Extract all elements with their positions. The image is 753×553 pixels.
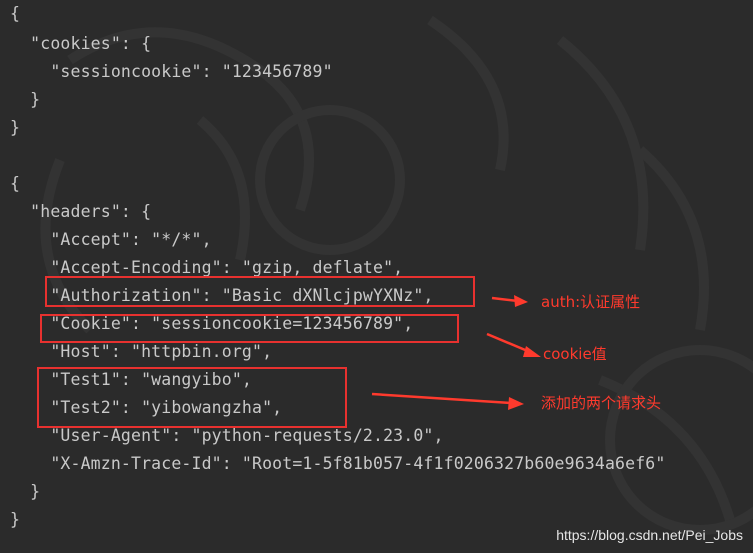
code-line-5: }	[10, 118, 21, 137]
code-line-7: {	[10, 174, 21, 193]
watermark: https://blog.csdn.net/Pei_Jobs	[556, 527, 743, 543]
code-line-4: }	[10, 90, 41, 109]
code-line-2: "cookies": {	[10, 34, 152, 53]
test-headers-highlight-box	[37, 367, 347, 428]
code-line-8: "headers": {	[10, 202, 152, 221]
code-line-9: "Accept": "*/*",	[10, 230, 212, 249]
code-line-19: }	[10, 510, 21, 529]
authorization-highlight-box	[45, 276, 475, 307]
code-line-18: }	[10, 482, 41, 501]
code-line-1: {	[10, 4, 21, 23]
auth-annotation: auth:认证属性	[541, 293, 641, 311]
added-headers-annotation: 添加的两个请求头	[541, 394, 662, 412]
code-line-17: "X-Amzn-Trace-Id": "Root=1-5f81b057-4f1f…	[10, 454, 666, 473]
cookie-highlight-box	[40, 314, 459, 343]
code-line-3: "sessioncookie": "123456789"	[10, 62, 333, 81]
cookie-annotation: cookie值	[543, 345, 607, 363]
